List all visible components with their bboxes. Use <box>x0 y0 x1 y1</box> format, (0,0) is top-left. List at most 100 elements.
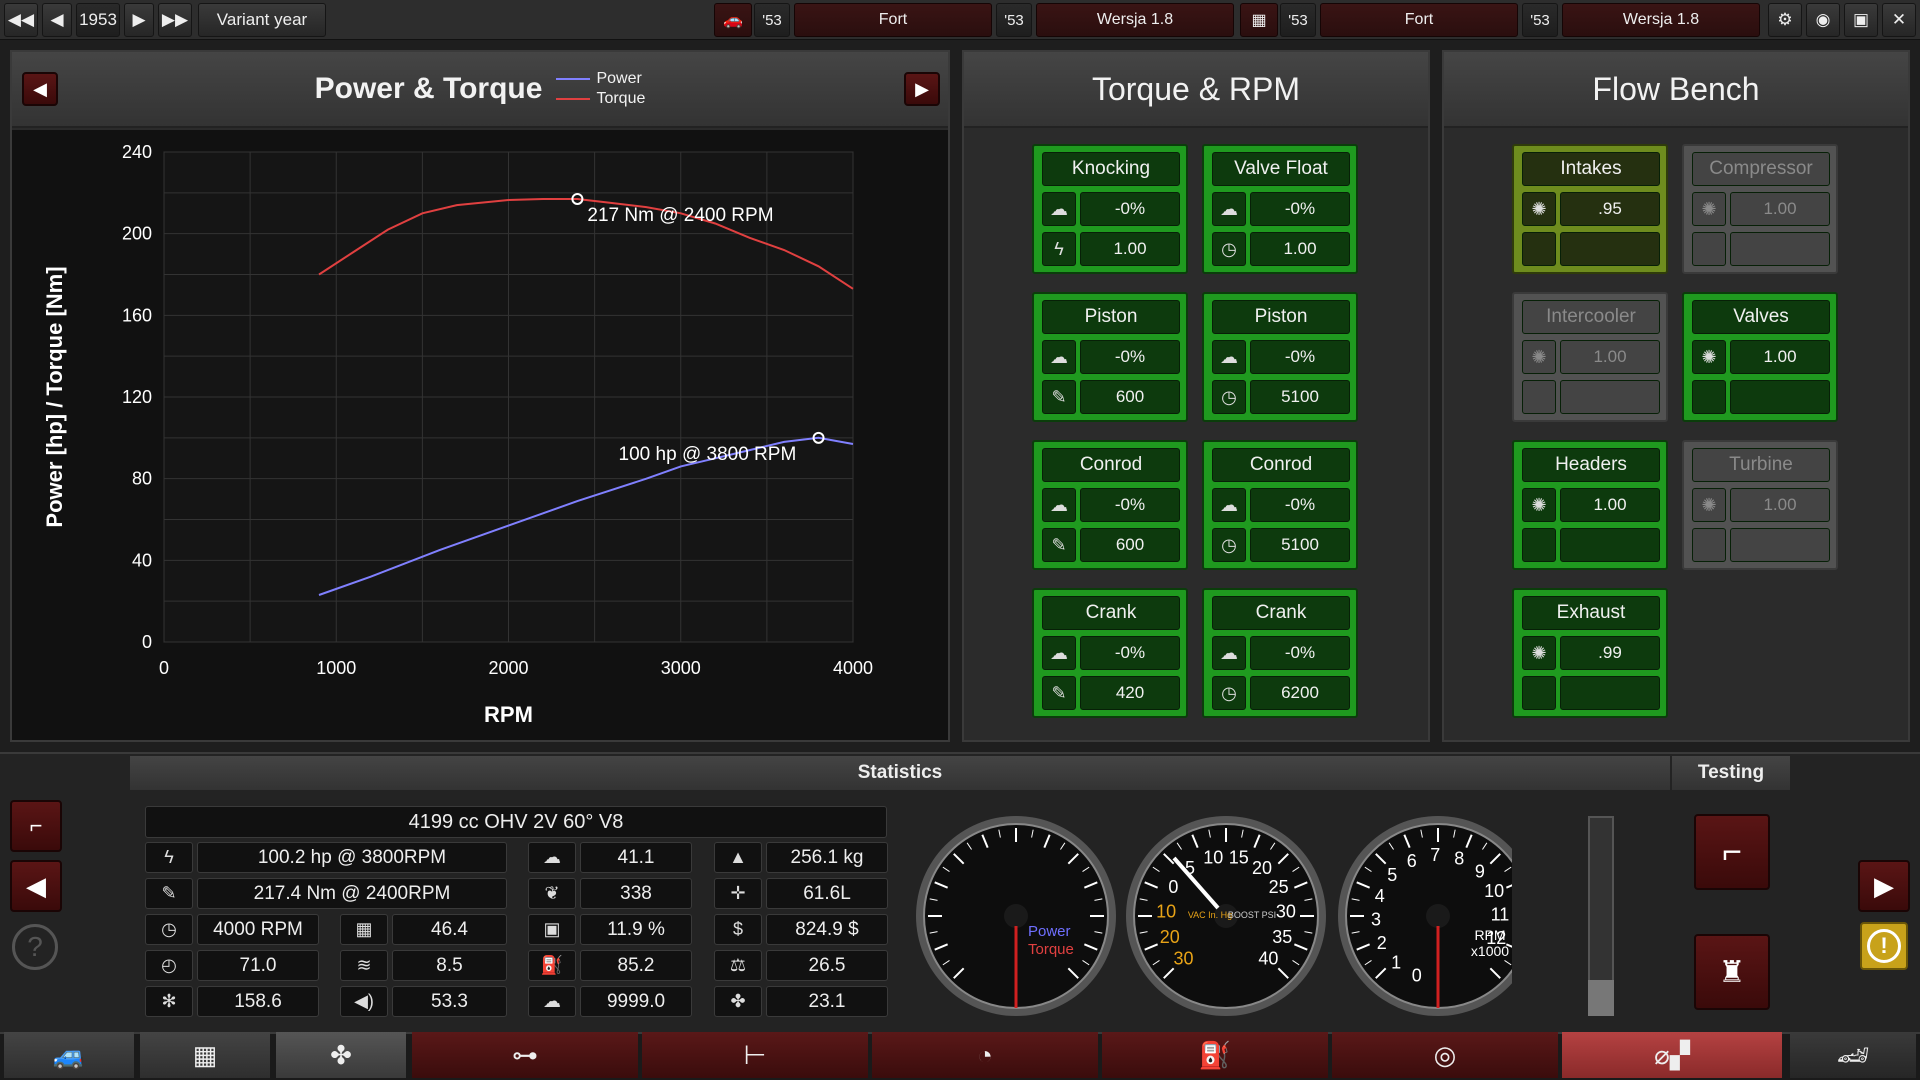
car-model-button[interactable]: 🚗 <box>714 3 752 37</box>
model-name[interactable]: Fort <box>794 3 992 37</box>
dyno-test-button[interactable]: ⌐ <box>1694 814 1770 890</box>
dyno-chart-button[interactable]: ⌐ <box>10 800 62 852</box>
left-arrow-icon: ◀ <box>26 870 46 901</box>
engine-block-icon: ▦ <box>192 1039 218 1070</box>
nav-fuel[interactable]: ⛽ <box>1102 1032 1328 1078</box>
flow-value: 1.00 <box>1730 192 1830 226</box>
flow-card-intakes[interactable]: Intakes ✺ .95 <box>1512 144 1668 274</box>
empty-value <box>1560 232 1660 266</box>
y-axis-label: Power [hp] / Torque [Nm] <box>42 266 67 527</box>
last-year-button[interactable]: ▶▶ <box>158 3 192 37</box>
flow-card-intercooler[interactable]: Intercooler ✺ 1.00 <box>1512 292 1668 422</box>
nav-exhaust[interactable]: ◎ <box>1332 1032 1558 1078</box>
next-year-button[interactable]: ▶ <box>124 3 154 37</box>
warning-button[interactable]: ! <box>1860 922 1908 970</box>
gauge-tick-label: 9 <box>1475 861 1485 881</box>
empty-value <box>1560 676 1660 710</box>
nav-car[interactable]: 🚙 <box>4 1032 134 1078</box>
airflow-icon: ✺ <box>1522 192 1556 226</box>
help-button[interactable]: ? <box>12 924 58 970</box>
nav-turbo[interactable]: ◔ <box>872 1032 1098 1078</box>
radiator-icon: ▦ <box>340 914 388 945</box>
gauge-hub <box>1004 904 1028 928</box>
nav-car-design[interactable]: 🏎 <box>1790 1032 1916 1078</box>
weight-icon: ▲ <box>714 842 762 873</box>
close-button[interactable]: ✕ <box>1882 3 1916 37</box>
part-card-valve-float[interactable]: Valve Float ☁ -0% ◷ 1.00 <box>1202 144 1358 274</box>
left-arrow-icon: ◀ <box>33 78 47 99</box>
empty-slot <box>1522 528 1556 562</box>
y-tick-label: 240 <box>122 142 152 162</box>
variant-year-button[interactable]: Variant year <box>198 3 326 37</box>
part-card-conrod[interactable]: Conrod ☁ -0% ✎ 600 <box>1032 440 1188 570</box>
flow-value: .99 <box>1560 636 1660 670</box>
turbo-icon: ◔ <box>977 1039 993 1070</box>
y-tick-label: 40 <box>132 550 152 570</box>
stat-value: 26.5 <box>766 950 888 981</box>
part-card-crank[interactable]: Crank ☁ -0% ✎ 420 <box>1032 588 1188 718</box>
x-axis-label: RPM <box>484 702 533 727</box>
part-card-piston[interactable]: Piston ☁ -0% ◷ 5100 <box>1202 292 1358 422</box>
cloud-icon: ☁ <box>1042 488 1076 522</box>
nav-camshaft[interactable]: ⊢ <box>642 1032 868 1078</box>
power-torque-chart: 0 1000 2000 3000 4000 0 40 80 120 160 200 240 RPM Pow… <box>42 142 873 727</box>
first-year-button[interactable]: ◀◀ <box>4 3 38 37</box>
screenshot-button[interactable]: ◉ <box>1806 3 1840 37</box>
gauge-rpm-label: RPM <box>1474 927 1505 943</box>
engine-name[interactable]: Fort <box>1320 3 1518 37</box>
model-year: '53 <box>754 3 790 37</box>
close-icon: ✕ <box>1891 10 1907 29</box>
gauge-tick-label: 1 <box>1391 953 1401 973</box>
card-title: Intakes <box>1522 152 1660 186</box>
flow-card-headers[interactable]: Headers ✺ 1.00 <box>1512 440 1668 570</box>
next-chart-button[interactable]: ▶ <box>904 72 940 106</box>
flow-card-exhaust[interactable]: Exhaust ✺ .99 <box>1512 588 1668 718</box>
back-button[interactable]: ◀ <box>10 860 62 912</box>
prev-chart-button[interactable]: ◀ <box>22 72 58 106</box>
fuel-pump-icon: ⛽ <box>528 950 576 981</box>
gauge-label-torque: Torque <box>1028 941 1074 958</box>
cloud-icon: ☁ <box>1042 192 1076 226</box>
flow-card-valves[interactable]: Valves ✺ 1.00 <box>1682 292 1838 422</box>
gauge-tick-label: 4 <box>1375 886 1385 906</box>
part-card-conrod[interactable]: Conrod ☁ -0% ◷ 5100 <box>1202 440 1358 570</box>
wrench-icon: ✎ <box>1042 676 1076 710</box>
engine-family-button[interactable]: ▦ <box>1240 3 1278 37</box>
power-torque-panel: Power & Torque Power Torque ◀ ▶ 0 1000 200… <box>10 50 950 742</box>
model-variant[interactable]: Wersja 1.8 <box>1036 3 1234 37</box>
gauge-icon: ◷ <box>145 914 193 945</box>
panel-title: Torque & RPM <box>964 52 1428 128</box>
throttle-slider[interactable] <box>1588 816 1614 1016</box>
save-button[interactable]: ▣ <box>1844 3 1878 37</box>
part-card-knocking[interactable]: Knocking ☁ -0% ϟ 1.00 <box>1032 144 1188 274</box>
speaker-icon: ◀) <box>340 986 388 1017</box>
part-card-crank[interactable]: Crank ☁ -0% ◷ 6200 <box>1202 588 1358 718</box>
airflow-icon: ✺ <box>1522 636 1556 670</box>
stat-value: 100.2 hp @ 3800RPM <box>197 842 507 873</box>
throttle-handle[interactable] <box>1588 980 1614 1016</box>
stat-value: 23.1 <box>766 986 888 1017</box>
nav-testing[interactable]: ⌀▞ <box>1562 1032 1782 1078</box>
card-value-1: -0% <box>1250 488 1350 522</box>
part-card-piston[interactable]: Piston ☁ -0% ✎ 600 <box>1032 292 1188 422</box>
stat-value: 61.6L <box>766 878 888 909</box>
nav-crank[interactable]: ⊶ <box>412 1032 638 1078</box>
x-tick-label: 1000 <box>316 658 356 678</box>
gauge-vac-label: VAC In. Hg <box>1188 910 1232 920</box>
gauge-tick-label: 7 <box>1430 845 1440 865</box>
settings-button[interactable]: ⚙ <box>1768 3 1802 37</box>
y-tick-label: 80 <box>132 469 152 489</box>
gauges: PowerTorque 3020100510 152025303540VAC In.… <box>916 816 1512 1016</box>
prev-year-button[interactable]: ◀ <box>42 3 72 37</box>
nav-pistons[interactable]: ✤ <box>276 1032 406 1078</box>
engine-variant[interactable]: Wersja 1.8 <box>1562 3 1760 37</box>
stat-value: 46.4 <box>392 914 507 945</box>
emissions-test-button[interactable]: ♜ <box>1694 934 1770 1010</box>
left-arrow-icon: ◀ <box>50 10 64 29</box>
next-button[interactable]: ▶ <box>1858 860 1910 912</box>
flow-card-compressor[interactable]: Compressor ✺ 1.00 <box>1682 144 1838 274</box>
flow-card-turbine[interactable]: Turbine ✺ 1.00 <box>1682 440 1838 570</box>
camera-icon: ◉ <box>1815 10 1831 29</box>
engine-variant-year: '53 <box>1522 3 1558 37</box>
nav-engine-block[interactable]: ▦ <box>140 1032 270 1078</box>
